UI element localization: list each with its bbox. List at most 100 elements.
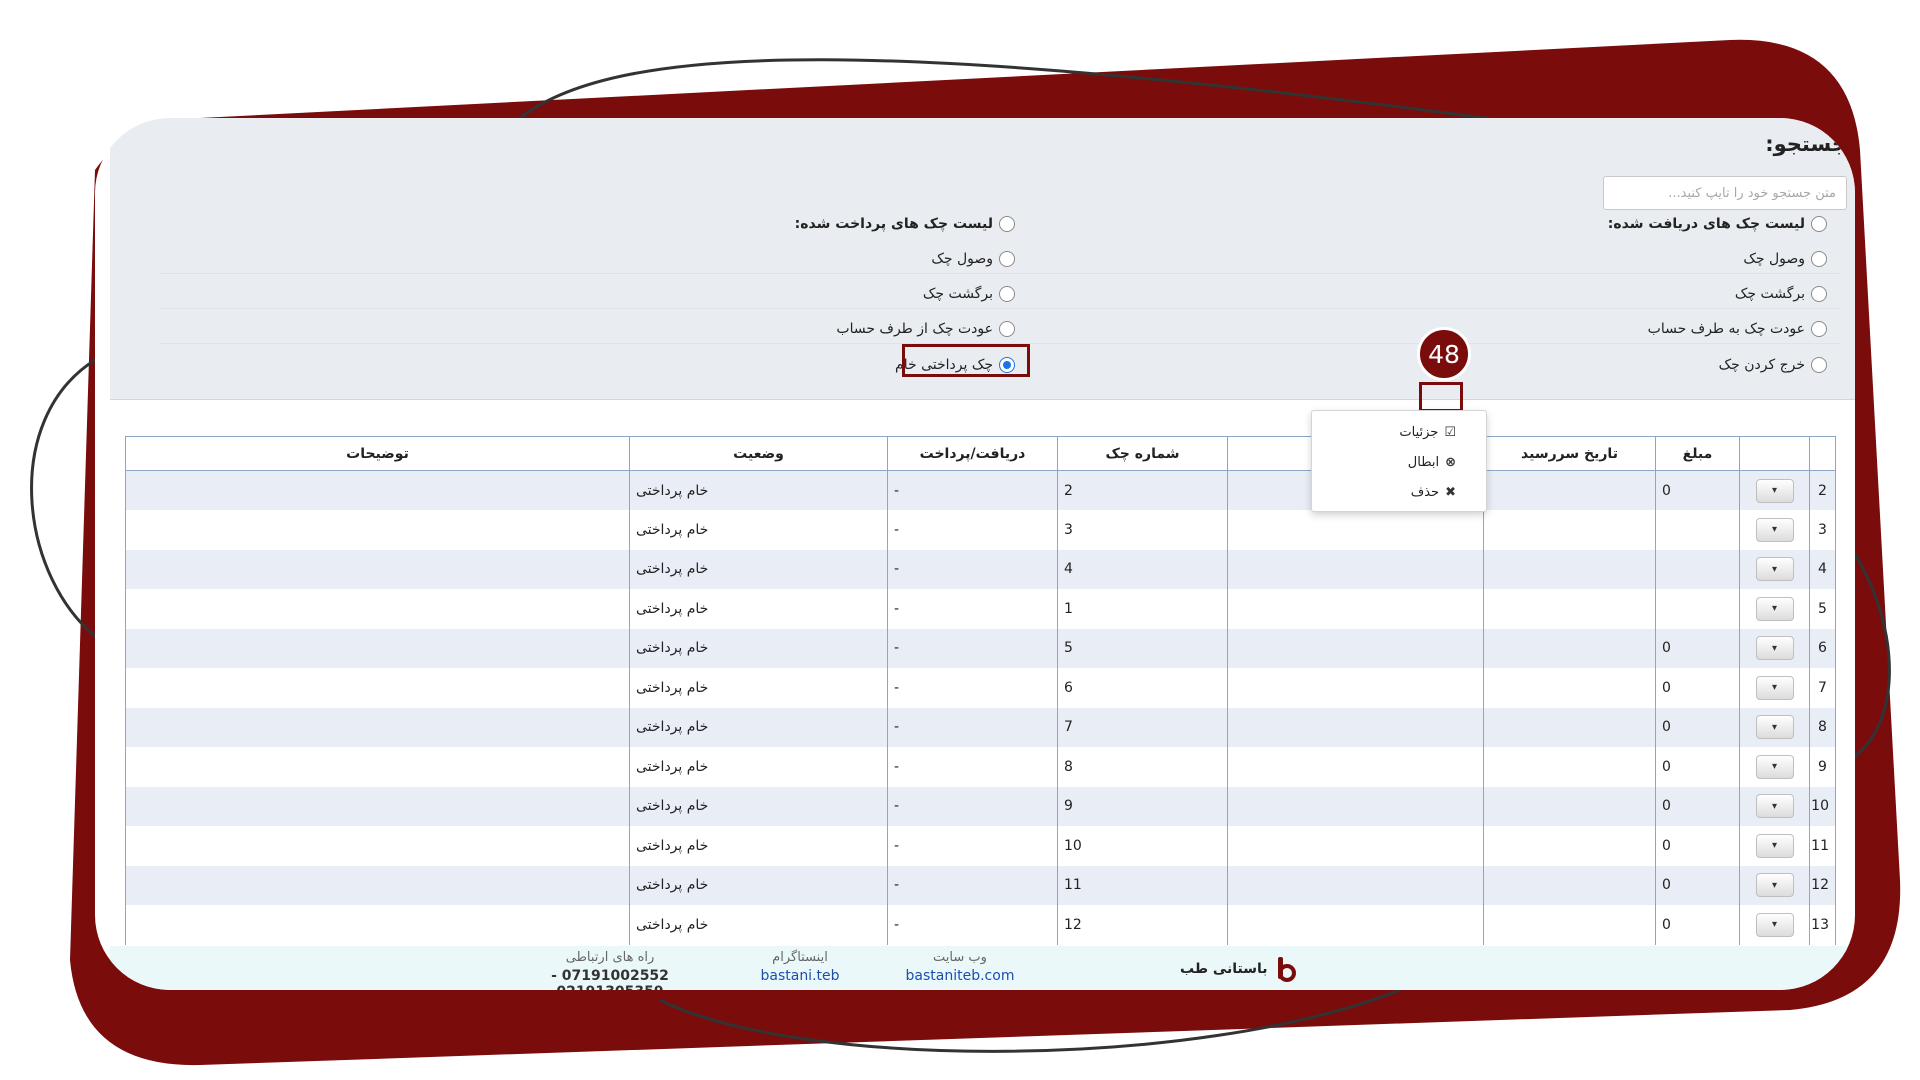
notes-cell <box>125 747 630 787</box>
check-number-cell: 8 <box>1057 747 1228 787</box>
divider <box>160 273 1840 274</box>
direction-cell: - <box>887 786 1058 826</box>
column-header-direction[interactable]: دریافت/پرداخت <box>887 436 1058 471</box>
direction-cell: - <box>887 707 1058 747</box>
direction-cell: - <box>887 628 1058 668</box>
check-number-cell: 9 <box>1057 786 1228 826</box>
due-date-cell <box>1483 549 1656 589</box>
actions-cell: ▾ <box>1739 786 1810 826</box>
radio-button[interactable] <box>1811 216 1827 232</box>
row-actions-dropdown-button[interactable]: ▾ <box>1755 636 1794 661</box>
caret-down-icon: ▾ <box>1771 800 1778 812</box>
paid-bounce-option[interactable]: برگشت چک <box>923 280 1015 308</box>
website-link[interactable]: bastaniteb.com <box>870 968 1050 984</box>
radio-button[interactable] <box>1811 251 1827 267</box>
radio-button[interactable] <box>1811 321 1827 337</box>
table-row: 6 ▾ 0 5- خام پرداختی <box>125 628 1836 668</box>
row-actions-dropdown-button[interactable]: ▾ <box>1755 675 1794 700</box>
check-number-cell: 10 <box>1057 826 1228 866</box>
instagram-link[interactable]: bastani.teb <box>730 968 870 984</box>
radio-button[interactable] <box>999 321 1015 337</box>
divider <box>160 343 1840 344</box>
row-actions-dropdown-button[interactable]: ▾ <box>1755 596 1794 621</box>
paid-return-option[interactable]: عودت چک از طرف حساب <box>836 315 1015 343</box>
due-date-cell <box>1483 510 1656 550</box>
status-cell: خام پرداختی <box>629 707 888 747</box>
row-actions-dropdown-button[interactable]: ▾ <box>1755 833 1794 858</box>
row-actions-dropdown-button[interactable]: ▾ <box>1755 478 1794 503</box>
status-cell: خام پرداختی <box>629 668 888 708</box>
received-checks-option[interactable]: لیست چک های دریافت شده: <box>1608 210 1827 238</box>
received-spend-option[interactable]: خرج کردن چک <box>1719 351 1827 379</box>
amount-cell <box>1655 549 1740 589</box>
row-actions-dropdown-button[interactable]: ▾ <box>1755 715 1794 740</box>
status-cell: خام پرداختی <box>629 865 888 905</box>
amount-cell: 0 <box>1655 747 1740 787</box>
payee-cell <box>1227 549 1484 589</box>
amount-cell: 0 <box>1655 865 1740 905</box>
footer-website[interactable]: وب سایت bastaniteb.com <box>870 950 1050 984</box>
actions-cell: ▾ <box>1739 549 1810 589</box>
row-actions-dropdown-button[interactable]: ▾ <box>1755 794 1794 819</box>
due-date-cell <box>1483 707 1656 747</box>
payee-cell <box>1227 510 1484 550</box>
payee-cell <box>1227 668 1484 708</box>
caret-down-icon: ▾ <box>1771 485 1778 496</box>
direction-cell: - <box>887 668 1058 708</box>
status-cell: خام پرداختی <box>629 470 888 510</box>
notes-cell <box>125 905 630 945</box>
received-return-option[interactable]: عودت چک به طرف حساب <box>1648 315 1827 343</box>
status-cell: خام پرداختی <box>629 747 888 787</box>
caret-down-icon: ▾ <box>1771 919 1778 931</box>
amount-cell: 0 <box>1655 668 1740 708</box>
received-collect-option[interactable]: وصول چک <box>1743 245 1827 273</box>
search-input[interactable] <box>1603 176 1847 210</box>
due-date-cell <box>1483 747 1656 787</box>
paid-checks-option[interactable]: لیست چک های پرداخت شده: <box>795 210 1015 238</box>
phone-numbers: 07191002552 - 02191305359 <box>551 968 669 990</box>
actions-cell: ▾ <box>1739 470 1810 510</box>
due-date-cell <box>1483 865 1656 905</box>
column-header-check-number[interactable]: شماره چک <box>1057 436 1228 471</box>
column-header-status[interactable]: وضعیت <box>629 436 888 471</box>
radio-button[interactable] <box>999 251 1015 267</box>
notes-cell <box>125 668 630 708</box>
column-header-notes[interactable]: توضیحات <box>125 436 630 471</box>
option-label: وصول چک <box>931 251 993 267</box>
menu-item-label: حذف <box>1410 484 1440 500</box>
check-number-cell: 2 <box>1057 470 1228 510</box>
radio-button[interactable] <box>1811 286 1827 302</box>
menu-item-details[interactable]: ☑ جزئیات <box>1399 419 1456 445</box>
status-cell: خام پرداختی <box>629 549 888 589</box>
column-header-amount[interactable]: مبلغ <box>1655 436 1740 471</box>
status-cell: خام پرداختی <box>629 826 888 866</box>
table-row: 3 ▾ 3- خام پرداختی <box>125 510 1836 550</box>
menu-item-cancel[interactable]: ⊗ ابطال <box>1408 449 1456 475</box>
app-screenshot-card: جستجو: لیست چک های دریافت شده: وصول چک ب… <box>95 118 1855 990</box>
column-header-due-date[interactable]: تاریخ سررسید <box>1483 436 1656 471</box>
row-number-cell: 9 <box>1809 747 1836 787</box>
row-actions-dropdown-button[interactable]: ▾ <box>1755 517 1794 542</box>
due-date-cell <box>1483 668 1656 708</box>
option-label: برگشت چک <box>1734 286 1805 302</box>
footer-instagram[interactable]: اینستاگرام bastani.teb <box>730 950 870 984</box>
step-number-badge: 48 <box>1417 327 1471 381</box>
menu-item-delete[interactable]: ✖ حذف <box>1411 479 1456 505</box>
received-bounce-option[interactable]: برگشت چک <box>1735 280 1827 308</box>
paid-checks-label: لیست چک های پرداخت شده: <box>794 216 993 232</box>
payee-cell <box>1227 905 1484 945</box>
row-number-cell: 2 <box>1809 470 1836 510</box>
notes-cell <box>125 510 630 550</box>
row-actions-dropdown-button[interactable]: ▾ <box>1755 912 1794 937</box>
amount-cell: 0 <box>1655 628 1740 668</box>
row-actions-dropdown-button[interactable]: ▾ <box>1755 557 1794 582</box>
radio-button[interactable] <box>999 286 1015 302</box>
amount-cell: 0 <box>1655 786 1740 826</box>
paid-collect-option[interactable]: وصول چک <box>931 245 1015 273</box>
caret-down-icon: ▾ <box>1771 879 1778 891</box>
radio-button[interactable] <box>1811 357 1827 373</box>
row-actions-dropdown-button[interactable]: ▾ <box>1755 754 1794 779</box>
radio-button[interactable] <box>999 216 1015 232</box>
caret-down-icon: ▾ <box>1771 642 1778 654</box>
row-actions-dropdown-button[interactable]: ▾ <box>1755 873 1794 898</box>
